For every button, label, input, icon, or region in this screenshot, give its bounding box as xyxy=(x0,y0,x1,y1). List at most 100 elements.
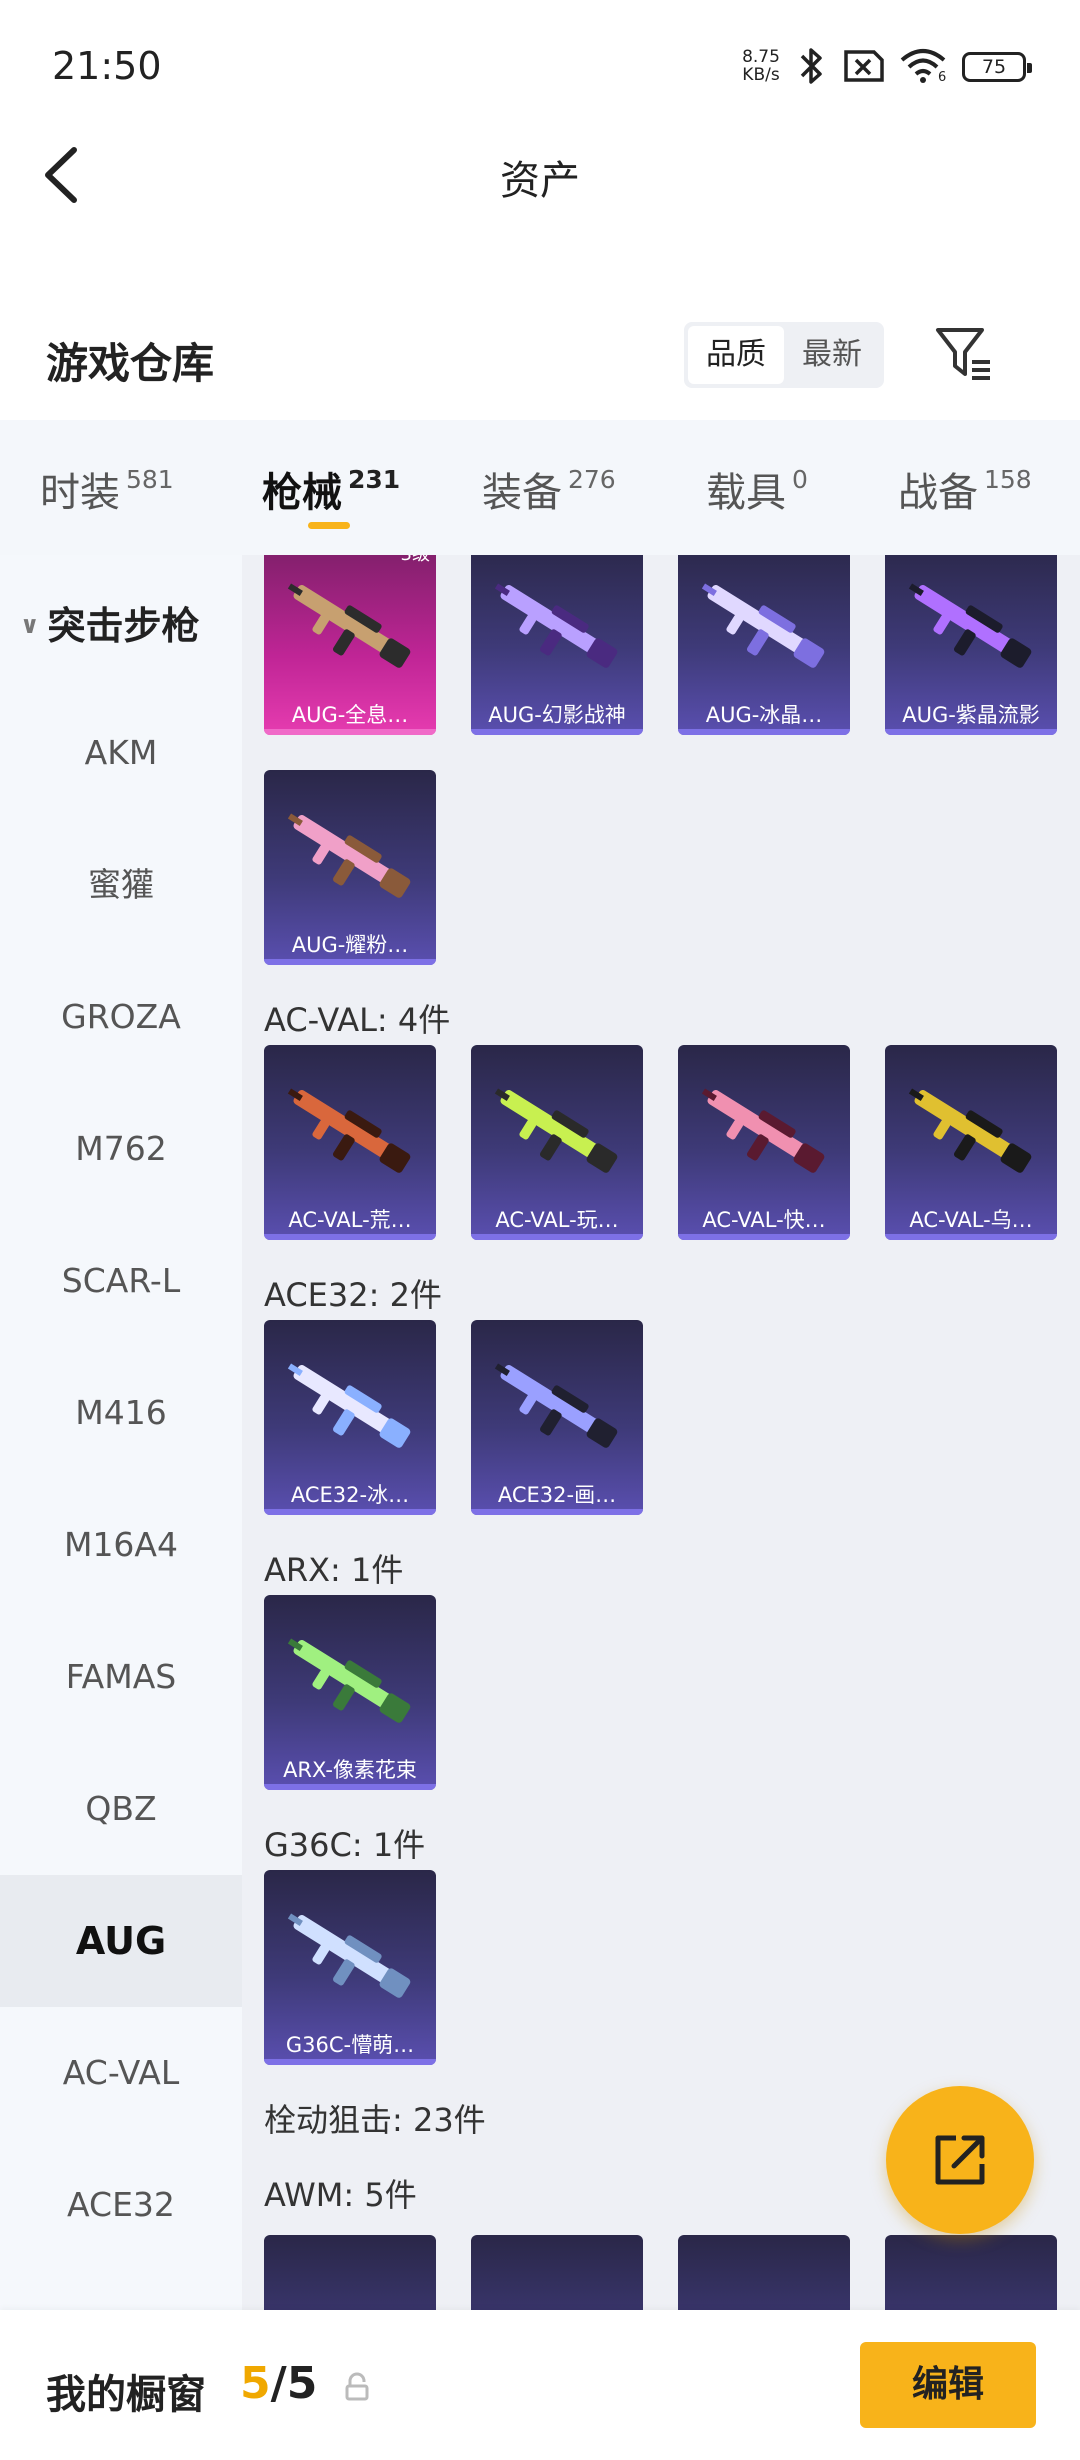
lock-icon xyxy=(345,2372,369,2401)
weapon-card[interactable]: AUG-耀粉… xyxy=(264,770,436,965)
sidebar-item[interactable]: AC-VAL xyxy=(0,2007,242,2139)
category-tabs: 时装 581 枪械 231 装备 276 载具 0 战备 158 xyxy=(0,420,1080,555)
weapon-card[interactable] xyxy=(264,2235,436,2310)
sidebar-item[interactable]: M762 xyxy=(0,1083,242,1215)
tab-count: 581 xyxy=(126,465,174,494)
tab-count: 0 xyxy=(792,465,808,494)
tab-label: 装备 xyxy=(482,470,562,516)
bluetooth-icon xyxy=(800,48,822,84)
weapon-card-name: AUG-冰晶… xyxy=(705,703,823,727)
rarity-bar xyxy=(678,729,850,735)
rifle-icon xyxy=(494,1363,618,1448)
tab-count: 231 xyxy=(348,465,401,494)
group-title: AC-VAL: 4件 xyxy=(264,1001,451,1039)
rifle-icon xyxy=(701,583,825,668)
rifle-icon xyxy=(494,1088,618,1173)
tab-guns[interactable]: 枪械 231 xyxy=(262,460,400,518)
battery-indicator: 75 xyxy=(962,52,1032,82)
sort-option-quality[interactable]: 品质 xyxy=(688,326,784,384)
weapon-card[interactable]: ARX-像素花束 xyxy=(264,1595,436,1790)
weapon-card[interactable]: AC-VAL-荒… xyxy=(264,1045,436,1240)
sidebar-category[interactable]: ∨ 突击步枪 xyxy=(20,595,200,650)
weapon-card[interactable]: AUG-紫晶流影 xyxy=(885,555,1057,735)
rifle-icon xyxy=(287,813,411,898)
weapon-card[interactable] xyxy=(471,2235,643,2310)
showcase-label: 我的橱窗 xyxy=(46,2372,206,2418)
item-level-tag: 3级 xyxy=(401,555,430,566)
tab-supplies[interactable]: 战备 158 xyxy=(898,460,1032,518)
group-title: ACE32: 2件 xyxy=(264,1276,442,1314)
chevron-down-icon: ∨ xyxy=(20,611,40,639)
rifle-icon xyxy=(908,1088,1032,1173)
edit-button[interactable]: 编辑 xyxy=(860,2342,1036,2428)
weapon-card[interactable]: AC-VAL-玩… xyxy=(471,1045,643,1240)
weapon-card[interactable] xyxy=(678,2235,850,2310)
tab-label: 载具 xyxy=(706,470,786,516)
share-button[interactable] xyxy=(886,2086,1034,2234)
rarity-bar xyxy=(264,2059,436,2065)
weapon-card-name: AUG-全息… xyxy=(291,703,409,727)
sidebar-item[interactable]: ACE32 xyxy=(0,2139,242,2271)
filter-button[interactable] xyxy=(932,322,996,386)
weapon-card[interactable]: AUG-冰晶… xyxy=(678,555,850,735)
warehouse-title: 游戏仓库 xyxy=(46,339,215,388)
weapon-card[interactable]: G36C-懵萌… xyxy=(264,1870,436,2065)
sort-toggle: 品质 最新 xyxy=(684,322,884,388)
weapon-card-name: AUG-紫晶流影 xyxy=(902,703,1040,727)
status-bar: 21:50 8.75 KB/s 6 75 xyxy=(0,0,1080,130)
sort-option-newest[interactable]: 最新 xyxy=(784,326,880,384)
rarity-bar xyxy=(264,1234,436,1240)
group-title: 栓动狙击: 23件 xyxy=(264,2101,486,2139)
network-speed: 8.75 KB/s xyxy=(738,48,784,84)
weapon-card[interactable]: AC-VAL-快… xyxy=(678,1045,850,1240)
sidebar-item[interactable]: M16A4 xyxy=(0,1479,242,1611)
bottom-bar: 我的橱窗 5/5 编辑 xyxy=(0,2310,1080,2460)
sidebar-category-label: 突击步枪 xyxy=(47,604,200,648)
rifle-icon xyxy=(494,583,618,668)
showcase-count: 5/5 xyxy=(240,2358,317,2409)
weapon-card[interactable]: AC-VAL-乌… xyxy=(885,1045,1057,1240)
sidebar-item[interactable]: GROZA xyxy=(0,951,242,1083)
weapon-card[interactable]: AUG-幻影战神 xyxy=(471,555,643,735)
rarity-bar xyxy=(264,959,436,965)
tab-equipment[interactable]: 装备 276 xyxy=(482,460,616,518)
sidebar-item[interactable]: SCAR-L xyxy=(0,1215,242,1347)
tab-label: 时装 xyxy=(40,470,120,516)
weapon-card[interactable] xyxy=(885,2235,1057,2310)
weapon-card-name: ACE32-冰… xyxy=(290,1483,410,1507)
weapon-card-name: AUG-幻影战神 xyxy=(488,703,626,727)
showcase-total: 5 xyxy=(286,2358,318,2409)
status-time: 21:50 xyxy=(52,44,162,88)
weapon-card-name: ARX-像素花束 xyxy=(283,1758,417,1782)
group-title: AWM: 5件 xyxy=(264,2176,417,2214)
weapon-card-name: AC-VAL-荒… xyxy=(288,1208,412,1232)
sidebar-item[interactable]: QBZ xyxy=(0,1743,242,1875)
active-tab-indicator xyxy=(308,522,350,529)
weapon-card-name: AC-VAL-乌… xyxy=(909,1208,1033,1232)
tab-count: 158 xyxy=(984,465,1032,494)
group-title: G36C: 1件 xyxy=(264,1826,426,1864)
rifle-icon xyxy=(287,583,411,668)
sidebar-item[interactable]: AKM xyxy=(0,687,242,819)
weapon-card-name: ACE32-画… xyxy=(497,1483,617,1507)
rarity-bar xyxy=(885,729,1057,735)
rarity-bar xyxy=(264,729,436,735)
weapon-card-name: AC-VAL-快… xyxy=(702,1208,826,1232)
rifle-icon xyxy=(701,1088,825,1173)
rifle-icon xyxy=(287,1363,411,1448)
weapon-card[interactable]: ACE32-冰… xyxy=(264,1320,436,1515)
filter-icon xyxy=(936,328,990,380)
sidebar-item[interactable]: 蜜獾 xyxy=(0,819,242,951)
rarity-bar xyxy=(678,1234,850,1240)
rarity-bar xyxy=(885,1234,1057,1240)
tab-fashion[interactable]: 时装 581 xyxy=(40,460,174,518)
weapon-card-name: AUG-耀粉… xyxy=(291,933,409,957)
sidebar-item[interactable]: M416 xyxy=(0,1347,242,1479)
weapon-card[interactable]: 3级 AUG-全息… xyxy=(264,555,436,735)
tab-vehicles[interactable]: 载具 0 xyxy=(706,460,808,518)
network-speed-value: 8.75 xyxy=(742,47,780,67)
sidebar-item[interactable]: FAMAS xyxy=(0,1611,242,1743)
rarity-bar xyxy=(471,1509,643,1515)
sidebar-item-active[interactable]: AUG xyxy=(0,1875,242,2007)
weapon-card[interactable]: ACE32-画… xyxy=(471,1320,643,1515)
